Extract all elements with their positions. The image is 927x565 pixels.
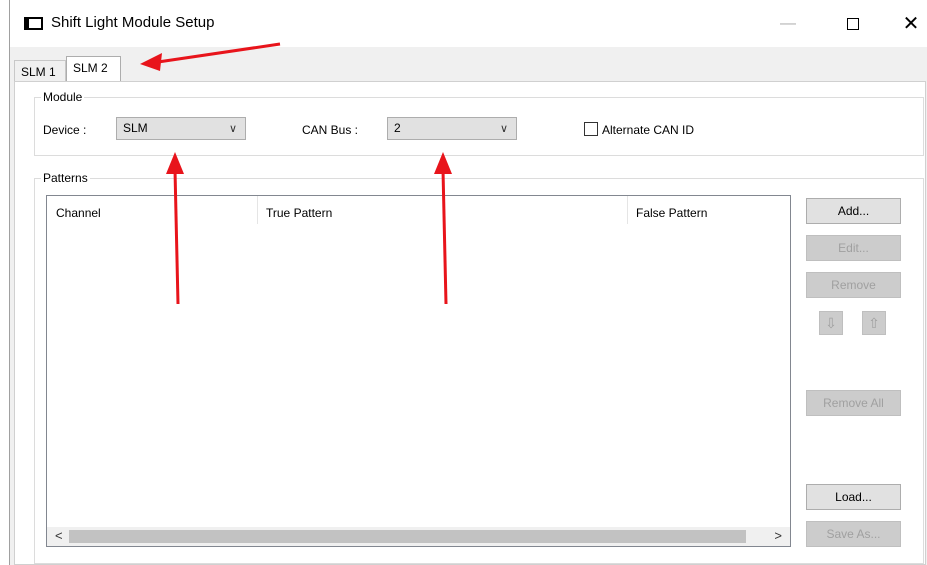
scroll-right-icon[interactable]: > <box>774 528 782 543</box>
add-button[interactable]: Add... <box>806 198 901 224</box>
move-up-button[interactable]: ⇧ <box>862 311 886 335</box>
move-down-button[interactable]: ⇩ <box>819 311 843 335</box>
column-divider[interactable] <box>627 196 628 224</box>
horizontal-scrollbar[interactable]: < > <box>47 527 790 546</box>
canbus-select[interactable]: 2 ∨ <box>387 117 517 140</box>
device-label: Device : <box>43 123 87 137</box>
arrow-up-icon: ⇧ <box>868 315 880 331</box>
alternate-can-label: Alternate CAN ID <box>602 123 695 137</box>
close-button[interactable]: ✕ <box>888 0 927 47</box>
save-as-button[interactable]: Save As... <box>806 521 901 547</box>
column-header-channel[interactable]: Channel <box>56 206 101 220</box>
edit-button[interactable]: Edit... <box>806 235 901 261</box>
window-title: Shift Light Module Setup <box>51 14 215 31</box>
column-header-true-pattern[interactable]: True Pattern <box>266 206 332 220</box>
canbus-label: CAN Bus : <box>302 123 359 137</box>
maximize-icon <box>847 17 859 30</box>
tab-slm-1[interactable]: SLM 1 <box>14 60 66 82</box>
chevron-down-icon: ∨ <box>228 123 237 135</box>
module-group-label: Module <box>41 90 85 104</box>
device-select-value: SLM <box>123 121 148 135</box>
patterns-group-label: Patterns <box>41 171 90 185</box>
chevron-down-icon: ∨ <box>499 123 508 135</box>
patterns-list[interactable]: Channel True Pattern False Pattern < > <box>46 195 791 547</box>
column-header-false-pattern[interactable]: False Pattern <box>636 206 707 220</box>
remove-all-button[interactable]: Remove All <box>806 390 901 416</box>
tab-slm-2[interactable]: SLM 2 <box>66 56 121 82</box>
column-divider[interactable] <box>257 196 258 224</box>
scroll-left-icon[interactable]: < <box>55 528 63 543</box>
alternate-can-checkbox[interactable] <box>584 122 598 136</box>
maximize-button[interactable] <box>830 0 876 47</box>
title-bar: Shift Light Module Setup — ✕ <box>10 0 927 47</box>
window-icon <box>24 17 43 30</box>
remove-button[interactable]: Remove <box>806 272 901 298</box>
load-button[interactable]: Load... <box>806 484 901 510</box>
arrow-down-icon: ⇩ <box>825 315 837 331</box>
device-select[interactable]: SLM ∨ <box>116 117 246 140</box>
canbus-select-value: 2 <box>394 121 401 135</box>
scrollbar-thumb[interactable] <box>69 530 746 543</box>
minimize-button[interactable]: — <box>765 0 811 47</box>
